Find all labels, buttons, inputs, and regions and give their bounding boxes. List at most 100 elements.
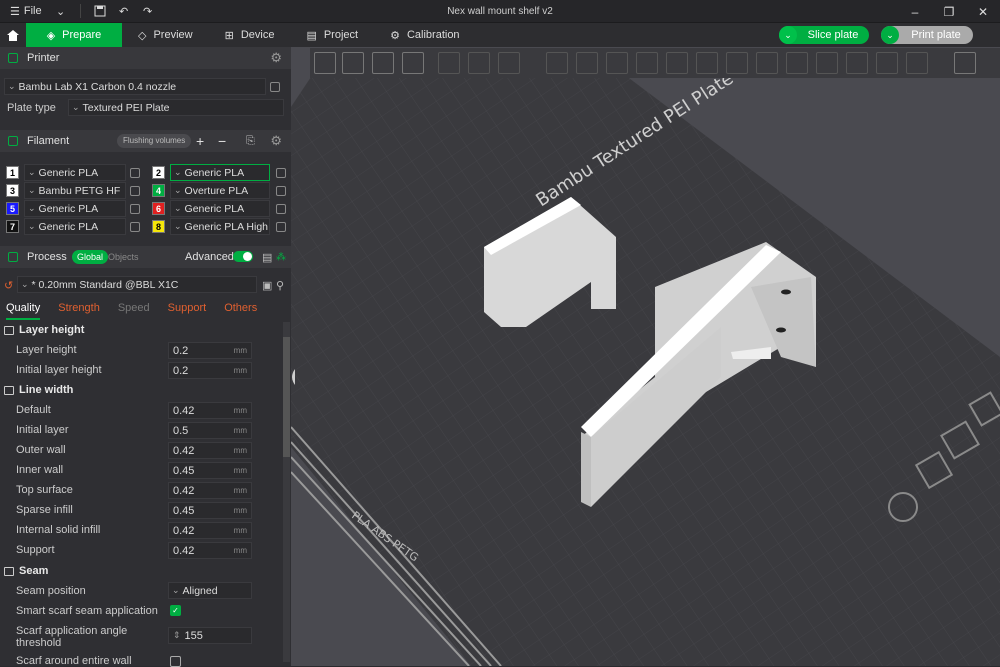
chevron-down-icon: ⌄: [174, 167, 182, 177]
auto-orient-icon[interactable]: [372, 52, 394, 74]
split-objects-icon[interactable]: [438, 52, 460, 74]
settings-search-icon[interactable]: ⁂: [276, 252, 286, 263]
tab-support[interactable]: Support: [168, 302, 207, 320]
move-icon[interactable]: [546, 52, 568, 74]
tab-project[interactable]: ▤ Project: [290, 23, 374, 47]
objects-toggle[interactable]: Objects: [108, 252, 139, 262]
slice-plate-button[interactable]: ⌄ Slice plate: [779, 26, 869, 44]
cut-icon[interactable]: [666, 52, 688, 74]
assembly-view-icon[interactable]: [954, 52, 976, 74]
smart-scarf-checkbox[interactable]: ✓: [170, 605, 181, 616]
lay-on-face-icon[interactable]: [636, 52, 658, 74]
process-profile-select[interactable]: ⌄ * 0.20mm Standard @BBL X1C: [17, 276, 257, 293]
file-menu-button[interactable]: ☰ File: [6, 2, 46, 20]
minimize-icon[interactable]: –: [898, 0, 932, 23]
default-width-input[interactable]: 0.42 mm: [168, 402, 252, 419]
scarf-entire-wall-checkbox[interactable]: [170, 656, 181, 667]
save-icon[interactable]: [91, 2, 109, 20]
save-icon[interactable]: ▣: [262, 279, 272, 292]
edit-icon[interactable]: [270, 82, 280, 92]
top-surface-width-input[interactable]: 0.42 mm: [168, 482, 252, 499]
redo-icon[interactable]: ↷: [139, 2, 157, 20]
edit-icon[interactable]: [130, 204, 140, 214]
add-plate-icon[interactable]: [342, 52, 364, 74]
print-plate-button[interactable]: ⌄ Print plate: [881, 26, 973, 44]
text-icon[interactable]: [786, 52, 808, 74]
add-object-icon[interactable]: [314, 52, 336, 74]
printer-select[interactable]: ⌄ Bambu Lab X1 Carbon 0.4 nozzle: [4, 78, 266, 95]
edit-icon[interactable]: [130, 222, 140, 232]
arrange-icon[interactable]: [402, 52, 424, 74]
add-filament-icon[interactable]: +: [196, 133, 204, 149]
section-title: Filament: [27, 135, 70, 147]
color-paint-icon[interactable]: [846, 52, 868, 74]
gear-icon[interactable]: ⚙: [270, 133, 282, 149]
spinner-arrows-icon[interactable]: ⇕: [173, 630, 181, 641]
filament-slot-3-select[interactable]: ⌄ Bambu PETG HF: [24, 182, 126, 199]
tab-speed[interactable]: Speed: [118, 302, 150, 320]
search-icon[interactable]: ⚲: [276, 279, 284, 292]
filament-slot-6-select[interactable]: ⌄ Generic PLA: [170, 200, 270, 217]
initial-layer-height-input[interactable]: 0.2 mm: [168, 362, 252, 379]
inner-wall-width-input[interactable]: 0.45 mm: [168, 462, 252, 479]
mesh-boolean-icon[interactable]: [696, 52, 718, 74]
global-toggle[interactable]: Global: [72, 250, 109, 264]
close-icon[interactable]: ✕: [966, 0, 1000, 23]
scrollbar-thumb[interactable]: [283, 337, 290, 457]
filament-slot-1-select[interactable]: ⌄ Generic PLA: [24, 164, 126, 181]
restore-icon[interactable]: ❐: [932, 0, 966, 23]
edit-icon[interactable]: [276, 168, 286, 178]
filament-slot-4-badge: 4: [152, 184, 165, 197]
scarf-angle-spinner[interactable]: ⇕ 155: [168, 627, 252, 644]
tab-calibration[interactable]: ⚙ Calibration: [374, 23, 475, 47]
tab-preview[interactable]: ◇ Preview: [122, 23, 209, 47]
flushing-volumes-button[interactable]: Flushing volumes: [117, 134, 192, 148]
rotate-icon[interactable]: [576, 52, 598, 74]
chevron-down-icon[interactable]: ⌄: [779, 26, 797, 44]
tab-prepare[interactable]: ◈ Prepare: [26, 23, 122, 47]
edit-icon[interactable]: [130, 168, 140, 178]
edit-icon[interactable]: [276, 222, 286, 232]
advanced-toggle[interactable]: [233, 251, 253, 262]
filament-slot-7-select[interactable]: ⌄ Generic PLA: [24, 218, 126, 235]
home-icon[interactable]: [0, 23, 26, 47]
filament-slot-5-select[interactable]: ⌄ Generic PLA: [24, 200, 126, 217]
edit-icon[interactable]: [130, 186, 140, 196]
tab-quality[interactable]: Quality: [6, 302, 41, 320]
undo-icon[interactable]: ↶: [115, 2, 133, 20]
3d-viewport[interactable]: Bambu Textured PEI Plate PLA ABS PETG: [291, 47, 1000, 666]
tab-strength[interactable]: Strength: [58, 302, 100, 320]
initial-layer-width-input[interactable]: 0.5 mm: [168, 422, 252, 439]
layer-height-input[interactable]: 0.2 mm: [168, 342, 252, 359]
tab-device[interactable]: ⊞ Device: [209, 23, 291, 47]
support-width-input[interactable]: 0.42 mm: [168, 542, 252, 559]
split-parts-icon[interactable]: [468, 52, 490, 74]
filament-slot-8-select[interactable]: ⌄Generic PLA High S...: [170, 218, 270, 235]
edit-icon[interactable]: [276, 186, 286, 196]
reset-icon[interactable]: ↺: [4, 279, 13, 292]
seam-position-select[interactable]: ⌄ Aligned: [168, 582, 252, 599]
brim-ears-icon[interactable]: [906, 52, 928, 74]
process-icon: [8, 252, 18, 262]
plate-type-select[interactable]: ⌄ Textured PEI Plate: [68, 99, 284, 116]
gear-icon[interactable]: ⚙: [270, 50, 282, 66]
sync-ams-icon[interactable]: ⎘: [246, 135, 255, 148]
compare-icon[interactable]: ▤: [262, 251, 272, 264]
edit-icon[interactable]: [276, 204, 286, 214]
sparse-infill-width-input[interactable]: 0.45 mm: [168, 502, 252, 519]
support-paint-icon[interactable]: [726, 52, 748, 74]
remove-filament-icon[interactable]: −: [218, 133, 226, 149]
chevron-down-icon: ⌄: [28, 221, 36, 231]
assembly-icon[interactable]: [876, 52, 898, 74]
outer-wall-width-input[interactable]: 0.42 mm: [168, 442, 252, 459]
tab-others[interactable]: Others: [224, 302, 257, 320]
internal-solid-infill-width-input[interactable]: 0.42 mm: [168, 522, 252, 539]
chevron-down-icon[interactable]: ⌄: [52, 2, 70, 20]
measure-icon[interactable]: [816, 52, 838, 74]
scale-icon[interactable]: [606, 52, 628, 74]
chevron-down-icon[interactable]: ⌄: [881, 26, 899, 44]
layers-icon[interactable]: [498, 52, 520, 74]
seam-paint-icon[interactable]: [756, 52, 778, 74]
filament-slot-2-select[interactable]: ⌄ Generic PLA: [170, 164, 270, 181]
filament-slot-4-select[interactable]: ⌄ Overture PLA: [170, 182, 270, 199]
